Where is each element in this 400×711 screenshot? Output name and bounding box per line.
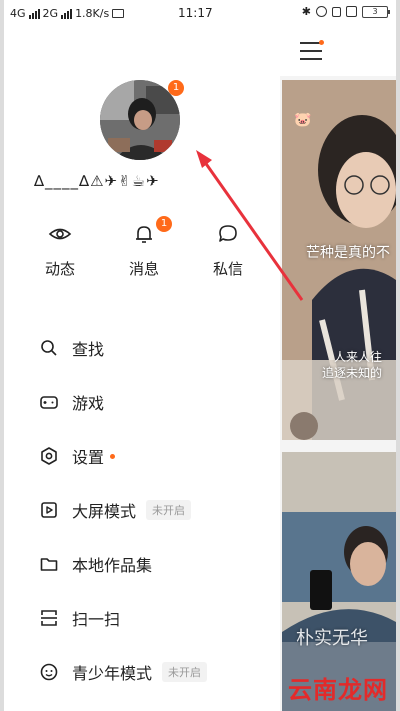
- video-card[interactable]: 🐷 芒种是真的不 人来人往 追逐未知的: [282, 80, 396, 440]
- menu-label: 本地作品集: [72, 556, 153, 575]
- quick-action-messages[interactable]: 1 消息: [114, 216, 174, 279]
- signal-bars-icon: [61, 8, 73, 19]
- menu-label: 设置: [72, 448, 105, 467]
- watermark-text: 云南龙网: [288, 676, 388, 704]
- message-icon: [112, 9, 125, 18]
- bell-icon: [132, 222, 156, 246]
- clock: 11:17: [178, 6, 213, 20]
- chat-bubble-icon: [216, 222, 240, 246]
- menu-label: 大屏模式: [72, 502, 137, 521]
- quick-action-direct-messages[interactable]: 私信: [198, 222, 258, 279]
- menu-label: 查找: [72, 340, 105, 359]
- avatar-photo: [100, 80, 180, 160]
- folder-icon: [38, 553, 60, 575]
- video-caption: 人来人往: [334, 350, 383, 364]
- menu-item-big-screen[interactable]: 大屏模式 未开启: [38, 495, 192, 525]
- status-tag: 未开启: [162, 662, 208, 682]
- network-label-1: 4G: [10, 7, 26, 20]
- phone-screen: 4G 2G 1.8K/s 11:17 ✱ 3 1 ∆____∆⚠✈✌☕✈ 动态 …: [4, 0, 396, 711]
- status-bar: 4G 2G 1.8K/s 11:17 ✱ 3: [4, 0, 396, 28]
- menu-item-settings[interactable]: 设置: [38, 441, 116, 471]
- avatar[interactable]: [100, 80, 180, 160]
- quick-action-label: 动态: [44, 260, 75, 278]
- video-caption: 朴实无华: [296, 628, 368, 649]
- teen-mode-icon: [38, 661, 60, 683]
- search-icon: [38, 337, 60, 359]
- video-feed-preview[interactable]: 🐷 芒种是真的不 人来人往 追逐未知的 朴实无华: [280, 28, 396, 711]
- network-label-2: 2G: [42, 7, 59, 20]
- quick-action-feed[interactable]: 动态: [30, 222, 90, 279]
- status-icons: ✱ 3: [301, 5, 390, 18]
- quick-action-label: 私信: [212, 260, 243, 278]
- signal-bars-icon: [28, 8, 40, 19]
- menu-item-games[interactable]: 游戏: [38, 387, 104, 417]
- menu-item-search[interactable]: 查找: [38, 333, 104, 363]
- avatar-badge: 1: [168, 80, 184, 96]
- menu-item-scan[interactable]: 扫一扫: [38, 603, 120, 633]
- video-caption: 追逐未知的: [322, 366, 383, 380]
- gear-icon: [38, 445, 60, 467]
- lock-icon: [332, 6, 341, 17]
- menu-item-teen-mode[interactable]: 青少年模式 未开启: [38, 657, 208, 687]
- menu-item-local-works[interactable]: 本地作品集: [38, 549, 152, 579]
- gamepad-icon: [38, 391, 60, 413]
- pig-emoji-icon: 🐷: [294, 112, 312, 128]
- hamburger-menu-icon[interactable]: [300, 42, 322, 60]
- wifi-icon: [346, 6, 357, 17]
- menu-label: 扫一扫: [72, 610, 121, 629]
- scan-icon: [38, 607, 60, 629]
- battery-level: 3: [372, 6, 378, 16]
- data-speed: 1.8K/s: [75, 7, 110, 20]
- play-screen-icon: [38, 499, 60, 521]
- status-tag: 未开启: [146, 500, 192, 520]
- bluetooth-icon: ✱: [301, 5, 311, 18]
- settings-notification-dot: [110, 453, 116, 459]
- alarm-icon: [316, 6, 327, 17]
- menu-label: 游戏: [72, 394, 105, 413]
- quick-action-label: 消息: [128, 260, 159, 278]
- messages-badge: 1: [156, 216, 172, 232]
- username[interactable]: ∆____∆⚠✈✌☕✈: [34, 172, 264, 190]
- battery-icon: 3: [362, 5, 390, 18]
- side-drawer: 1 ∆____∆⚠✈✌☕✈ 动态 1 消息 私信 查找 游戏 设置 大屏模式 未…: [4, 28, 280, 711]
- signal-area: 4G 2G 1.8K/s: [10, 7, 125, 20]
- menu-notification-dot: [319, 40, 324, 45]
- feed-header: [280, 28, 396, 76]
- eye-icon: [48, 222, 72, 246]
- menu-label: 青少年模式: [72, 664, 153, 683]
- video-caption: 芒种是真的不: [306, 245, 390, 261]
